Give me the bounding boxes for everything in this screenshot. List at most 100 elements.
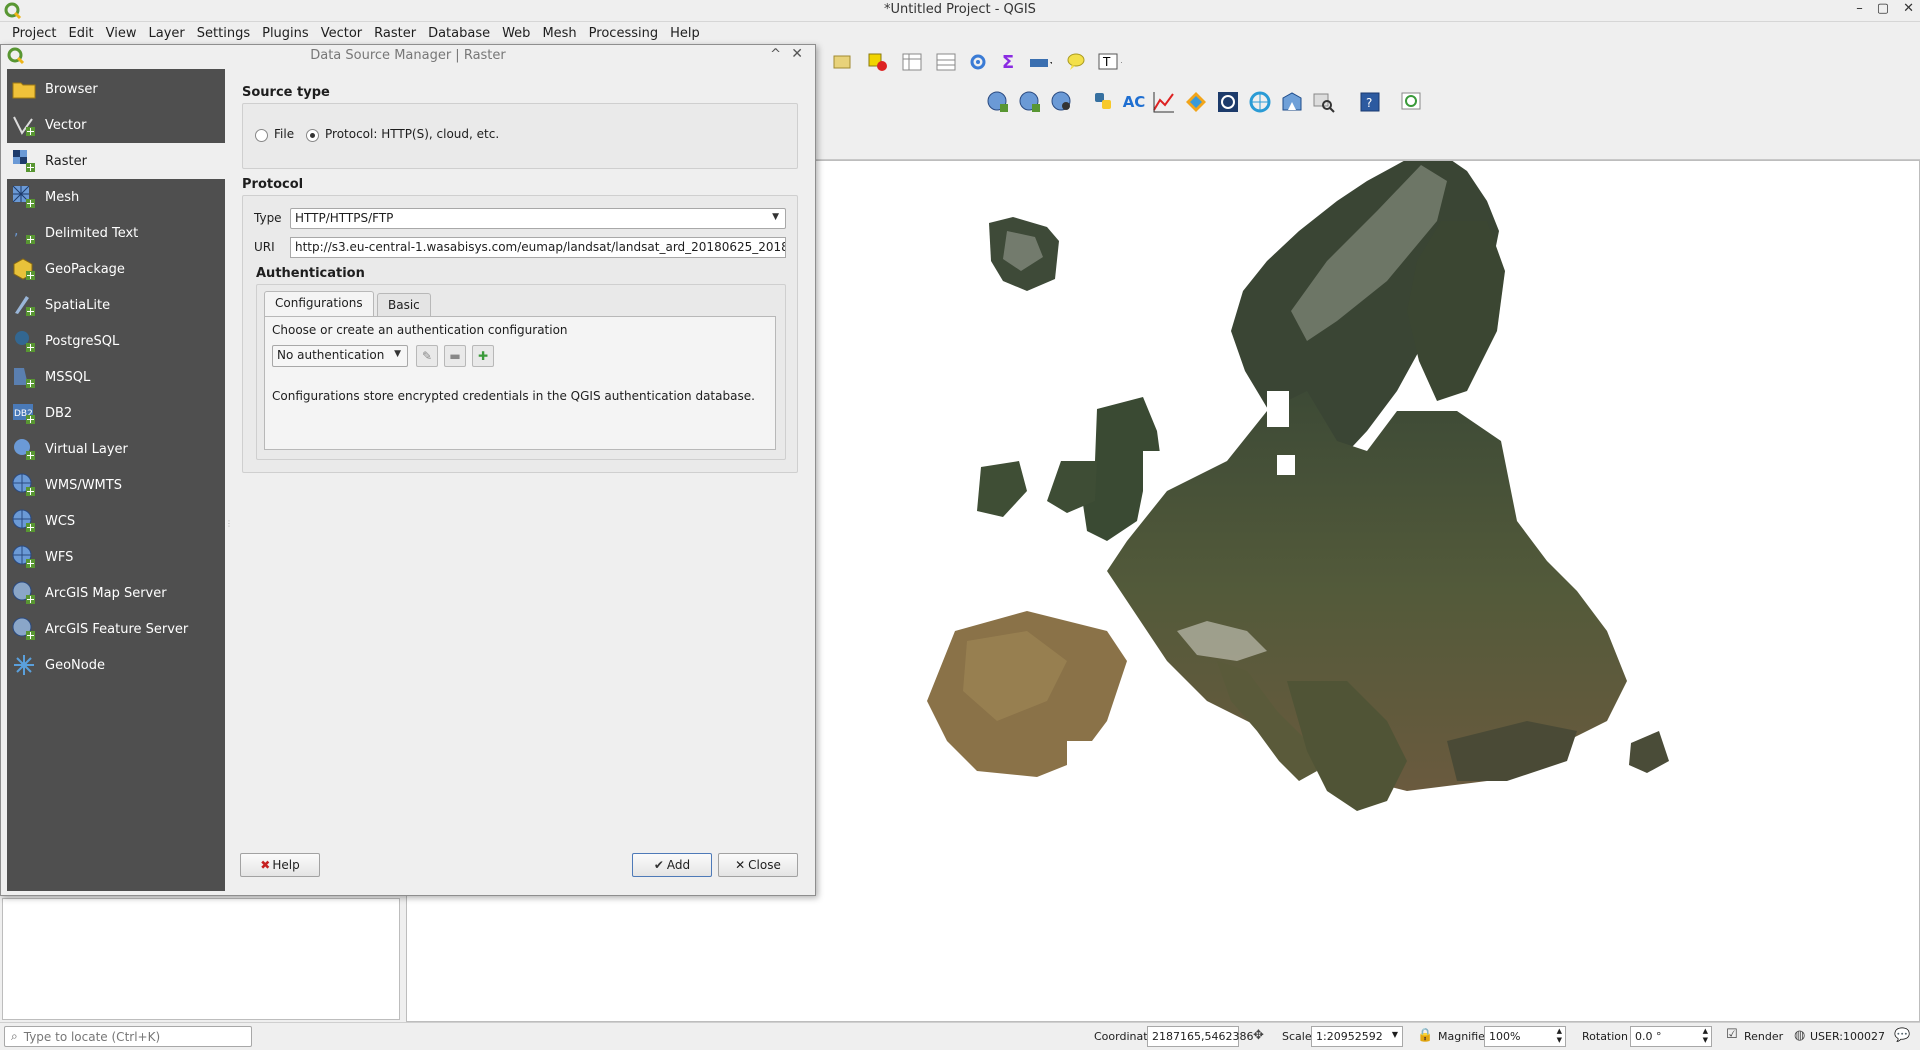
- tab-configurations[interactable]: Configurations: [264, 291, 374, 317]
- nav-item-geopackage[interactable]: GeoPackage: [7, 251, 225, 287]
- text-annotation-icon[interactable]: T: [1098, 50, 1122, 74]
- nav-label: ArcGIS Map Server: [45, 585, 167, 601]
- menu-plugins[interactable]: Plugins: [256, 26, 315, 41]
- folder-icon: [11, 76, 37, 102]
- add-wms-layer-icon[interactable]: [986, 90, 1010, 114]
- auth-config-value: No authentication: [277, 348, 385, 362]
- menu-view[interactable]: View: [100, 26, 143, 41]
- add-button[interactable]: ✔ Add: [632, 853, 712, 877]
- toggle-extents-icon[interactable]: ✥: [1253, 1028, 1264, 1043]
- coordinate-field[interactable]: 2187165,5462386: [1147, 1026, 1253, 1047]
- field-calculator-table-icon[interactable]: [934, 50, 958, 74]
- menu-project[interactable]: Project: [6, 26, 62, 41]
- nav-item-spatialite[interactable]: SpatiaLite: [7, 287, 225, 323]
- maximize-window-button[interactable]: ▢: [1877, 1, 1889, 16]
- menu-mesh[interactable]: Mesh: [536, 26, 582, 41]
- rotation-label: Rotation: [1582, 1030, 1629, 1043]
- remove-config-button[interactable]: ▬: [444, 345, 466, 367]
- quick-search-icon[interactable]: [1312, 90, 1336, 114]
- add-config-button[interactable]: ✚: [472, 345, 494, 367]
- protocol-radio[interactable]: [306, 129, 319, 142]
- nav-item-postgresql[interactable]: PostgreSQL: [7, 323, 225, 359]
- crs-label[interactable]: USER:100027: [1810, 1030, 1885, 1043]
- rotation-spinbox[interactable]: 0.0 ° ▲ ▼: [1630, 1026, 1712, 1047]
- nav-item-vector[interactable]: Vector: [7, 107, 225, 143]
- virtual-layer-icon: [11, 436, 37, 462]
- nav-item-raster[interactable]: Raster: [7, 143, 225, 179]
- uri-input[interactable]: http://s3.eu-central-1.wasabisys.com/eum…: [290, 237, 786, 258]
- menu-database[interactable]: Database: [422, 26, 496, 41]
- menu-web[interactable]: Web: [496, 26, 536, 41]
- menu-layer[interactable]: Layer: [143, 26, 191, 41]
- nav-item-browser[interactable]: Browser: [7, 71, 225, 107]
- profile-chart-icon[interactable]: [1152, 90, 1176, 114]
- magnifier-spinbox[interactable]: 100% ▲ ▼: [1484, 1026, 1566, 1047]
- spellcheck-ac-icon[interactable]: AC: [1122, 90, 1146, 114]
- measure-ruler-icon[interactable]: [1028, 50, 1052, 74]
- processing-gear-icon[interactable]: [966, 50, 990, 74]
- auth-config-combo[interactable]: No authentication ▼: [272, 345, 408, 367]
- topology-checker-icon[interactable]: [1280, 90, 1304, 114]
- python-console-icon[interactable]: [1092, 90, 1116, 114]
- menu-vector[interactable]: Vector: [315, 26, 368, 41]
- help-button[interactable]: ✖ Help: [240, 853, 320, 877]
- nav-item-wfs[interactable]: WFS: [7, 539, 225, 575]
- protocol-type-combo[interactable]: HTTP/HTTPS/FTP ▼: [290, 208, 786, 229]
- nav-splitter[interactable]: ⋮: [225, 519, 233, 528]
- deselect-features-icon[interactable]: [866, 50, 890, 74]
- tab-basic[interactable]: Basic: [377, 293, 431, 317]
- dialog-close-icon[interactable]: ✕: [791, 46, 803, 62]
- magnifier-value: 100%: [1489, 1030, 1521, 1043]
- crs-globe-icon[interactable]: ◍: [1794, 1028, 1805, 1043]
- nav-label: Virtual Layer: [45, 441, 128, 457]
- dialog-collapse-button[interactable]: ^: [770, 47, 781, 62]
- menu-help[interactable]: Help: [664, 26, 706, 41]
- close-button[interactable]: ✕ Close: [718, 853, 798, 877]
- select-features-icon[interactable]: [830, 50, 854, 74]
- auth-info-text: Configurations store encrypted credentia…: [272, 389, 755, 403]
- add-wcs-layer-icon[interactable]: [1018, 90, 1042, 114]
- layers-tree[interactable]: [2, 898, 400, 1020]
- nav-item-mssql[interactable]: MSSQL: [7, 359, 225, 395]
- statistics-sigma-icon[interactable]: Σ: [996, 50, 1020, 74]
- georeferencer-icon[interactable]: [1216, 90, 1240, 114]
- menu-settings[interactable]: Settings: [191, 26, 256, 41]
- file-radio[interactable]: [255, 129, 268, 142]
- vector-icon: [11, 112, 37, 138]
- file-radio-label: File: [274, 127, 295, 141]
- nav-item-geonode[interactable]: GeoNode: [7, 647, 225, 683]
- attribute-table-icon[interactable]: [900, 50, 924, 74]
- map-tips-icon[interactable]: [1064, 50, 1088, 74]
- nav-label: WMS/WMTS: [45, 477, 122, 493]
- geometry-checker-icon[interactable]: [1184, 90, 1208, 114]
- nav-item-mesh[interactable]: Mesh: [7, 179, 225, 215]
- edit-config-button[interactable]: ✎: [416, 345, 438, 367]
- add-wfs-layer-icon[interactable]: [1050, 90, 1074, 114]
- nav-item-db2[interactable]: DB2 DB2: [7, 395, 225, 431]
- nav-item-arcgis-map-server[interactable]: ArcGIS Map Server: [7, 575, 225, 611]
- locator-search-input[interactable]: ⌕ Type to locate (Ctrl+K): [4, 1026, 252, 1047]
- nav-item-virtual-layer[interactable]: Virtual Layer: [7, 431, 225, 467]
- nav-item-wcs[interactable]: WCS: [7, 503, 225, 539]
- lock-icon[interactable]: 🔒: [1417, 1028, 1433, 1043]
- menu-raster[interactable]: Raster: [368, 26, 422, 41]
- authentication-group: Configurations Basic Choose or create an…: [256, 284, 786, 460]
- plugin-reloader-icon[interactable]: [1400, 90, 1424, 114]
- messages-icon[interactable]: 💬: [1894, 1028, 1910, 1043]
- protocol-radio-label: Protocol: HTTP(S), cloud, etc.: [325, 127, 500, 141]
- source-nav-list: Browser Vector Raster Mesh , Delimited T…: [7, 69, 225, 891]
- nav-item-wms-wmts[interactable]: WMS/WMTS: [7, 467, 225, 503]
- protocol-heading: Protocol: [242, 177, 304, 192]
- minimize-window-button[interactable]: –: [1856, 1, 1863, 16]
- close-window-button[interactable]: ✕: [1903, 1, 1914, 16]
- help-icon[interactable]: ?: [1358, 90, 1382, 114]
- grass-tools-icon[interactable]: [1248, 90, 1272, 114]
- nav-item-delimited-text[interactable]: , Delimited Text: [7, 215, 225, 251]
- render-checkbox[interactable]: ☑: [1726, 1027, 1738, 1042]
- mesh-icon: [11, 184, 37, 210]
- menu-processing[interactable]: Processing: [583, 26, 664, 41]
- scale-combo[interactable]: 1:20952592 ▼: [1311, 1026, 1403, 1047]
- arcgis-feature-server-icon: [11, 616, 37, 642]
- nav-item-arcgis-feature-server[interactable]: ArcGIS Feature Server: [7, 611, 225, 647]
- menu-edit[interactable]: Edit: [62, 26, 99, 41]
